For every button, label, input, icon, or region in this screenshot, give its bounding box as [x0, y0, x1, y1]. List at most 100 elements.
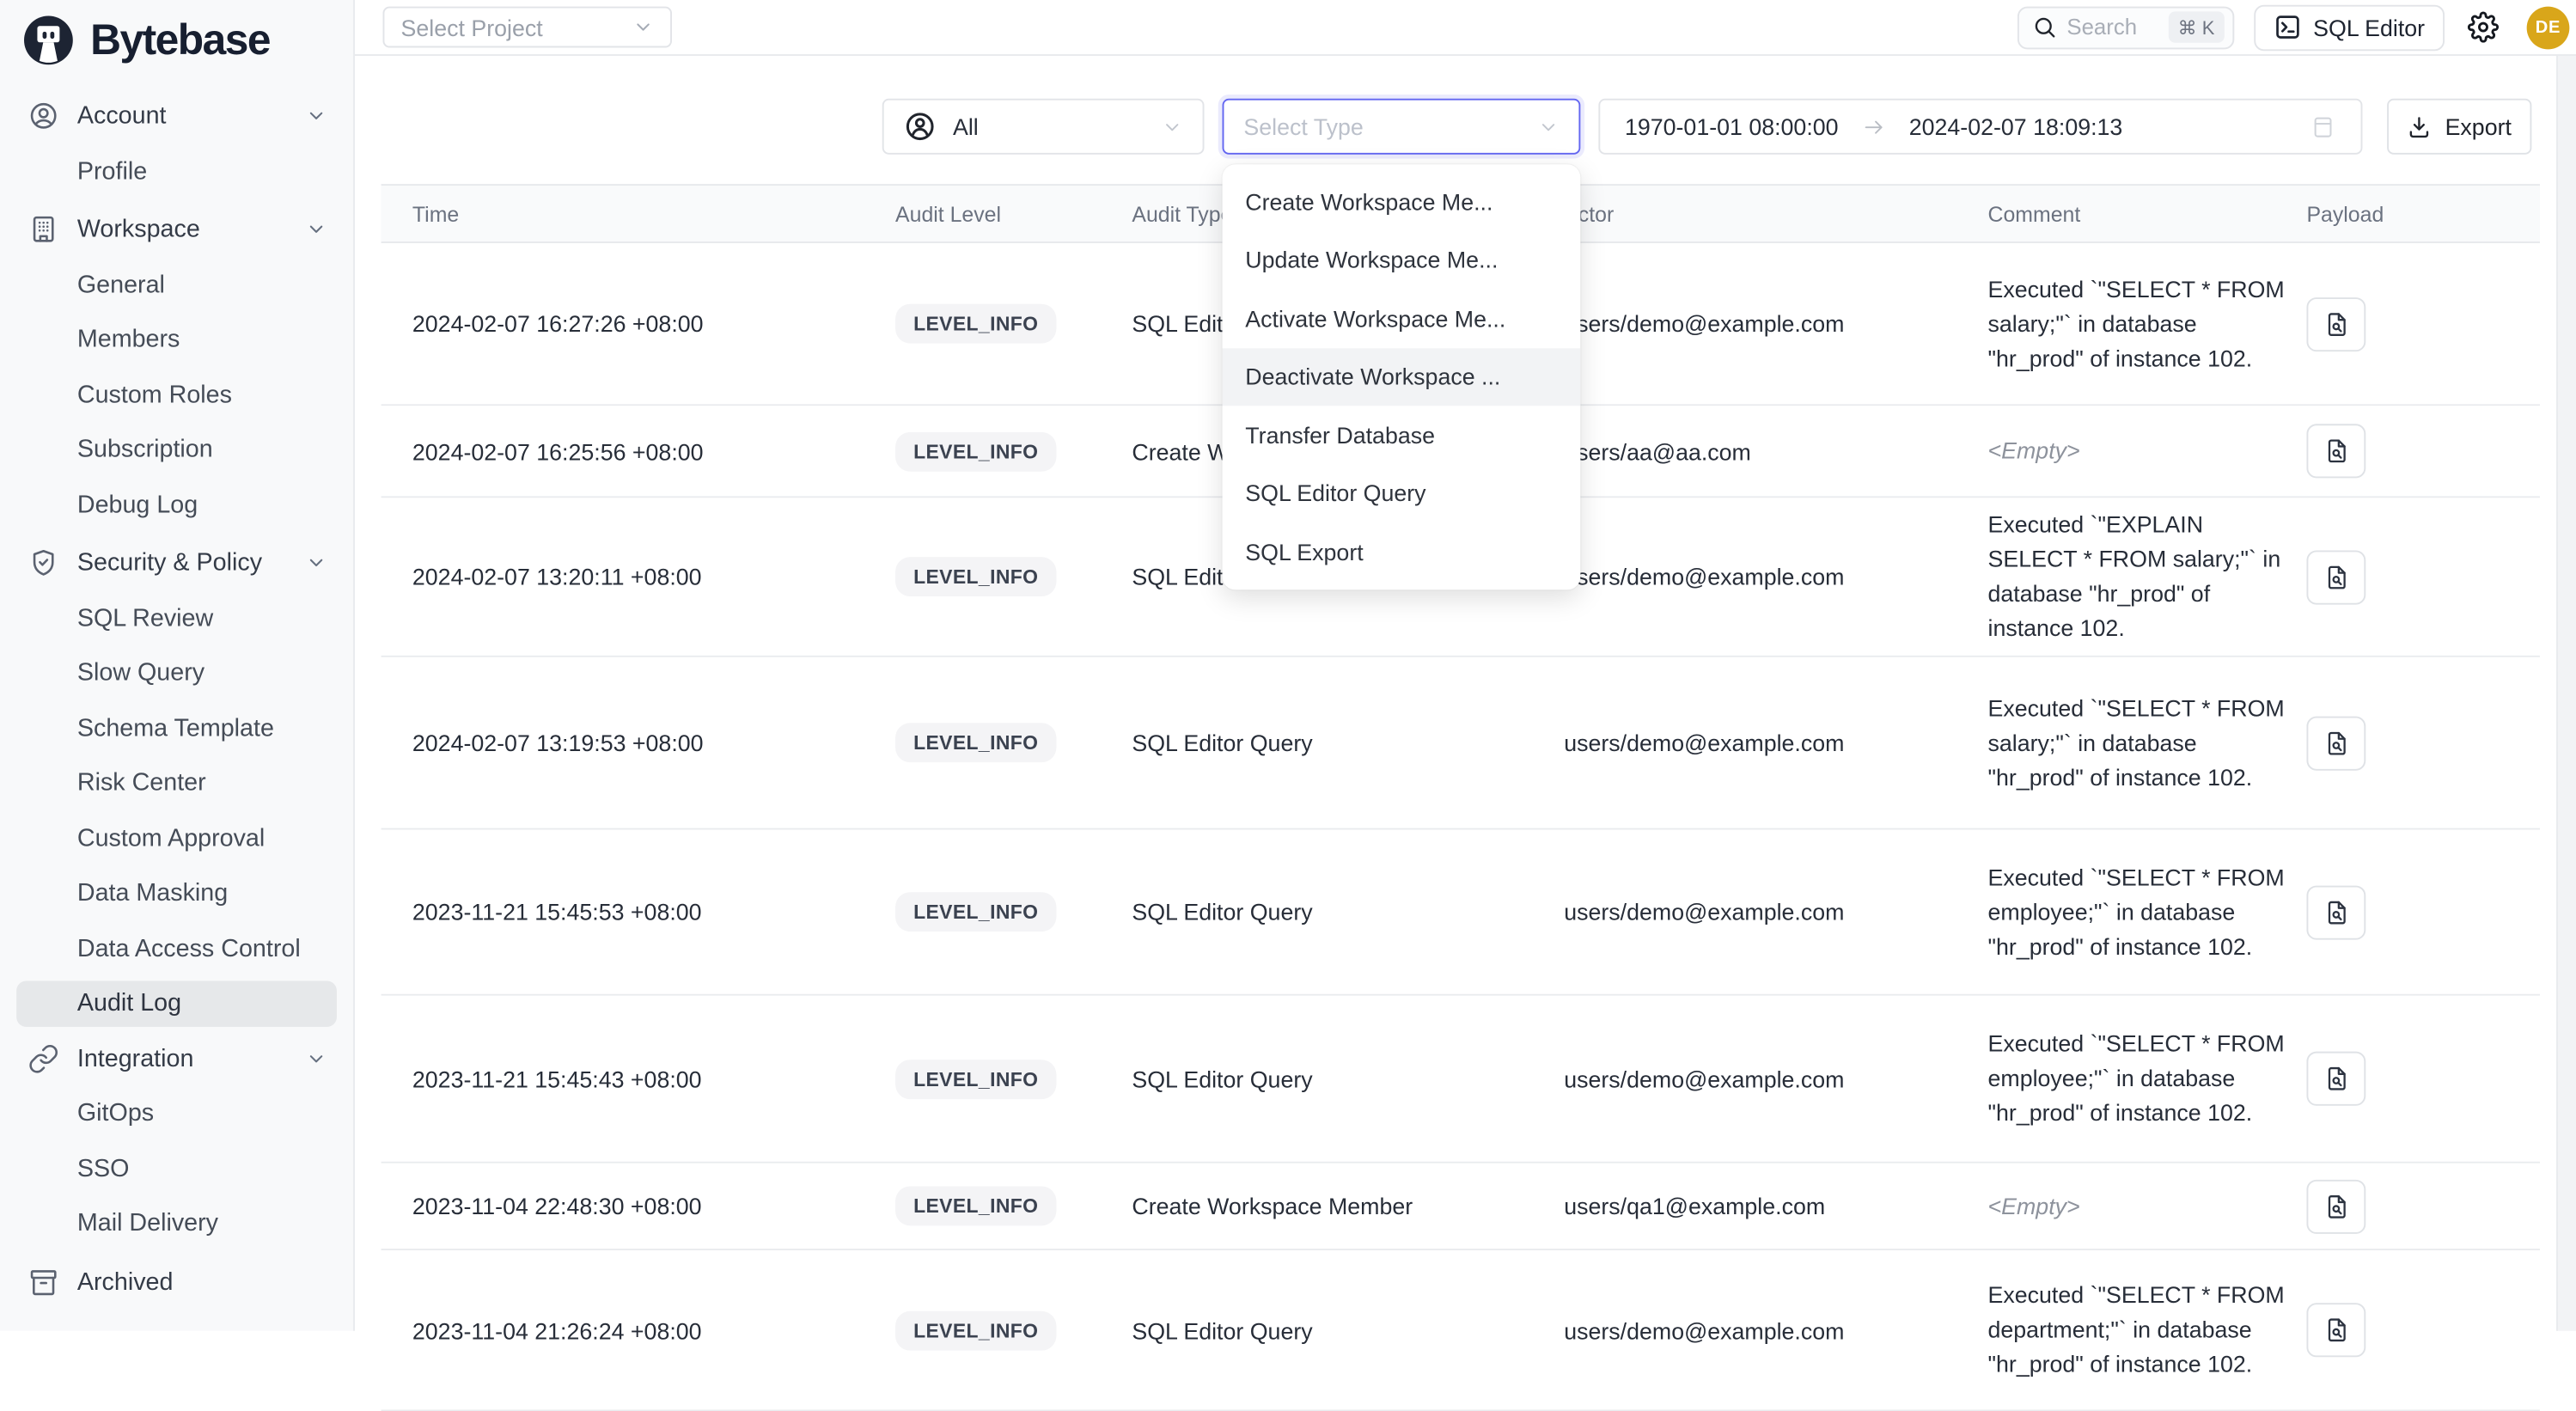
sidebar-item-label: General: [77, 271, 165, 299]
sql-editor-button[interactable]: SQL Editor: [2254, 4, 2445, 51]
type-menu-item[interactable]: Transfer Database: [1223, 406, 1581, 464]
row-comment: Executed `"EXPLAIN SELECT * FROM salary;…: [1988, 508, 2307, 646]
chevron-down-icon: [306, 553, 327, 574]
row-time: 2024-02-07 16:25:56 +08:00: [412, 438, 895, 465]
level-badge: LEVEL_INFO: [895, 304, 1056, 344]
file-search-icon: [2323, 563, 2351, 591]
sidebar-item-label: Integration: [77, 1045, 194, 1073]
row-comment: Executed `"SELECT * FROM employee;"` in …: [1988, 1027, 2307, 1130]
sidebar-item-sql-review[interactable]: SQL Review: [0, 590, 353, 645]
sidebar-item-sso[interactable]: SSO: [0, 1141, 353, 1196]
terminal-icon: [2274, 13, 2302, 41]
sidebar-item-profile[interactable]: Profile: [0, 144, 353, 199]
chevron-down-icon: [306, 219, 327, 241]
payload-view-button[interactable]: [2306, 1052, 2365, 1106]
payload-view-button[interactable]: [2306, 1179, 2365, 1233]
bytebase-logo[interactable]: Bytebase: [0, 0, 353, 67]
sidebar-item-label: Custom Approval: [77, 824, 265, 852]
topbar-right-cluster: Search ⌘ K SQL Editor DE: [2017, 4, 2569, 51]
row-actor: users/aa@aa.com: [1564, 438, 1987, 465]
payload-view-button[interactable]: [2306, 424, 2365, 478]
gear-icon[interactable]: [2468, 11, 2499, 42]
sidebar-item-mail-delivery[interactable]: Mail Delivery: [0, 1196, 353, 1251]
search-input[interactable]: Search ⌘ K: [2017, 6, 2234, 49]
topbar: Select Project Search ⌘ K SQL Editor: [355, 0, 2576, 56]
chevron-down-icon: [1538, 116, 1560, 137]
sidebar-item-custom-approval[interactable]: Custom Approval: [0, 811, 353, 866]
sidebar-item-data-masking[interactable]: Data Masking: [0, 866, 353, 921]
chevron-down-icon: [632, 16, 654, 38]
payload-view-button[interactable]: [2306, 716, 2365, 770]
column-header-comment: Comment: [1988, 201, 2307, 226]
sidebar-item-label: Archived: [77, 1268, 174, 1297]
sidebar-item-slow-query[interactable]: Slow Query: [0, 645, 353, 700]
chevron-down-icon: [306, 106, 327, 127]
sidebar-item-label: Profile: [77, 157, 147, 186]
sidebar-item-general[interactable]: General: [0, 257, 353, 312]
sidebar-item-security-policy[interactable]: Security & Policy: [0, 535, 353, 590]
shield-check-icon: [28, 547, 59, 578]
search-placeholder: Search: [2066, 15, 2158, 40]
sidebar-item-schema-template[interactable]: Schema Template: [0, 700, 353, 755]
type-menu-item[interactable]: SQL Editor Query: [1223, 464, 1581, 522]
column-header-payload: Payload: [2306, 201, 2540, 226]
type-menu-item-highlighted[interactable]: Deactivate Workspace ...: [1223, 347, 1581, 406]
scrollbar[interactable]: [2556, 56, 2576, 1331]
sidebar-item-members[interactable]: Members: [0, 312, 353, 367]
actor-filter-select[interactable]: All: [882, 99, 1205, 155]
type-filter-select[interactable]: Select Type: [1223, 99, 1581, 155]
table-row: 2023-11-21 15:45:43 +08:00 LEVEL_INFO SQ…: [382, 996, 2540, 1164]
download-icon: [2408, 114, 2433, 139]
link-icon: [28, 1043, 59, 1074]
sidebar-item-integration[interactable]: Integration: [0, 1031, 353, 1086]
sidebar-item-data-access-control[interactable]: Data Access Control: [0, 921, 353, 976]
bytebase-logo-icon: [21, 13, 76, 67]
type-menu-item[interactable]: SQL Export: [1223, 522, 1581, 581]
file-search-icon: [2323, 898, 2351, 926]
chevron-down-icon: [306, 1048, 327, 1069]
sidebar-item-label: Account: [77, 102, 167, 131]
sidebar-item-account[interactable]: Account: [0, 89, 353, 144]
sidebar-item-risk-center[interactable]: Risk Center: [0, 756, 353, 811]
sidebar-item-gitops[interactable]: GitOps: [0, 1086, 353, 1141]
row-actor: users/demo@example.com: [1564, 899, 1987, 925]
level-badge: LEVEL_INFO: [895, 723, 1056, 762]
avatar[interactable]: DE: [2527, 6, 2570, 49]
date-range-start: 1970-01-01 08:00:00: [1625, 113, 1839, 140]
date-range-picker[interactable]: 1970-01-01 08:00:00 2024-02-07 18:09:13: [1598, 99, 2362, 155]
search-icon: [2032, 15, 2057, 40]
sidebar-item-subscription[interactable]: Subscription: [0, 422, 353, 477]
type-menu-item[interactable]: Create Workspace Me...: [1223, 173, 1581, 231]
type-menu-item[interactable]: Activate Workspace Me...: [1223, 290, 1581, 348]
row-time: 2024-02-07 13:20:11 +08:00: [412, 564, 895, 590]
type-menu-item[interactable]: Update Workspace Me...: [1223, 231, 1581, 290]
row-actor: users/demo@example.com: [1564, 310, 1987, 337]
row-audit-type: SQL Editor Query: [1132, 730, 1564, 756]
column-header-audit-level: Audit Level: [895, 201, 1132, 226]
sidebar-item-workspace[interactable]: Workspace: [0, 202, 353, 257]
file-search-icon: [2323, 1065, 2351, 1093]
level-badge: LEVEL_INFO: [895, 892, 1056, 932]
arrow-right-icon: [1861, 114, 1886, 139]
sidebar-item-custom-roles[interactable]: Custom Roles: [0, 367, 353, 422]
project-select-placeholder: Select Project: [401, 14, 543, 40]
row-time: 2023-11-21 15:45:53 +08:00: [412, 899, 895, 925]
table-row: 2023-11-04 22:48:30 +08:00 LEVEL_INFO Cr…: [382, 1164, 2540, 1250]
payload-view-button[interactable]: [2306, 885, 2365, 939]
payload-view-button[interactable]: [2306, 550, 2365, 604]
user-circle-icon: [28, 101, 59, 131]
sidebar-item-debug-log[interactable]: Debug Log: [0, 477, 353, 532]
sidebar-item-archived[interactable]: Archived: [0, 1255, 353, 1310]
sidebar-item-label: Mail Delivery: [77, 1210, 218, 1238]
search-shortcut-badge: ⌘ K: [2168, 11, 2225, 42]
sidebar-item-label: Data Masking: [77, 879, 228, 907]
project-select[interactable]: Select Project: [382, 7, 672, 48]
export-button[interactable]: Export: [2387, 99, 2531, 155]
row-comment: Executed `"SELECT * FROM salary;"` in da…: [1988, 272, 2307, 375]
sidebar-item-audit-log[interactable]: Audit Log: [16, 980, 337, 1027]
sidebar-item-label: SSO: [77, 1155, 130, 1183]
level-badge: LEVEL_INFO: [895, 1059, 1056, 1098]
row-time: 2024-02-07 13:19:53 +08:00: [412, 730, 895, 756]
sidebar-item-label: Subscription: [77, 436, 213, 464]
payload-view-button[interactable]: [2306, 296, 2365, 351]
